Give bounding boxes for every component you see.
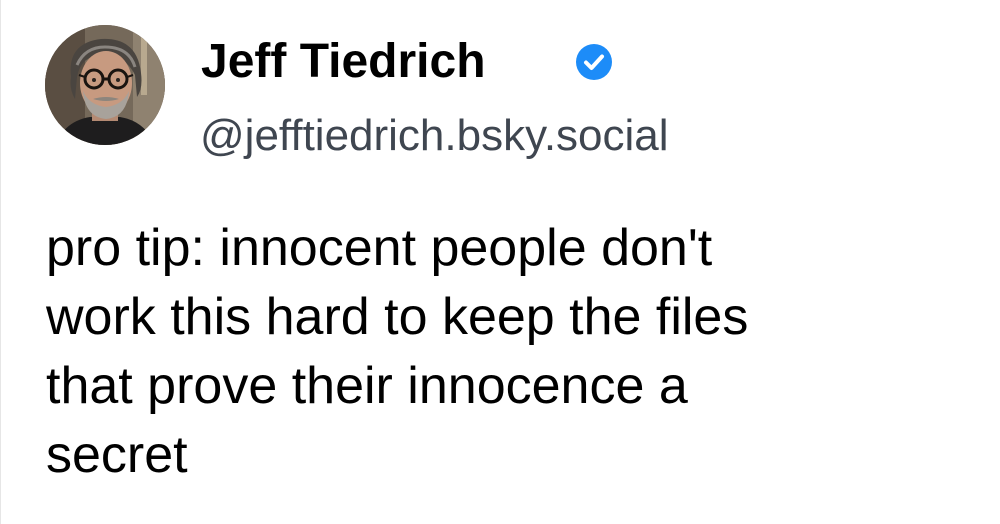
verified-badge-icon [576, 44, 612, 80]
post-card: Jeff Tiedrich @jefftiedrich.bsky.social … [0, 0, 1000, 524]
author-handle[interactable]: @jefftiedrich.bsky.social [200, 108, 669, 164]
avatar-photo-icon [45, 25, 165, 145]
author-display-name[interactable]: Jeff Tiedrich [201, 30, 486, 94]
card-border [0, 0, 1, 524]
post-text: pro tip: innocent people don't work this… [46, 219, 749, 484]
avatar[interactable] [45, 25, 165, 145]
